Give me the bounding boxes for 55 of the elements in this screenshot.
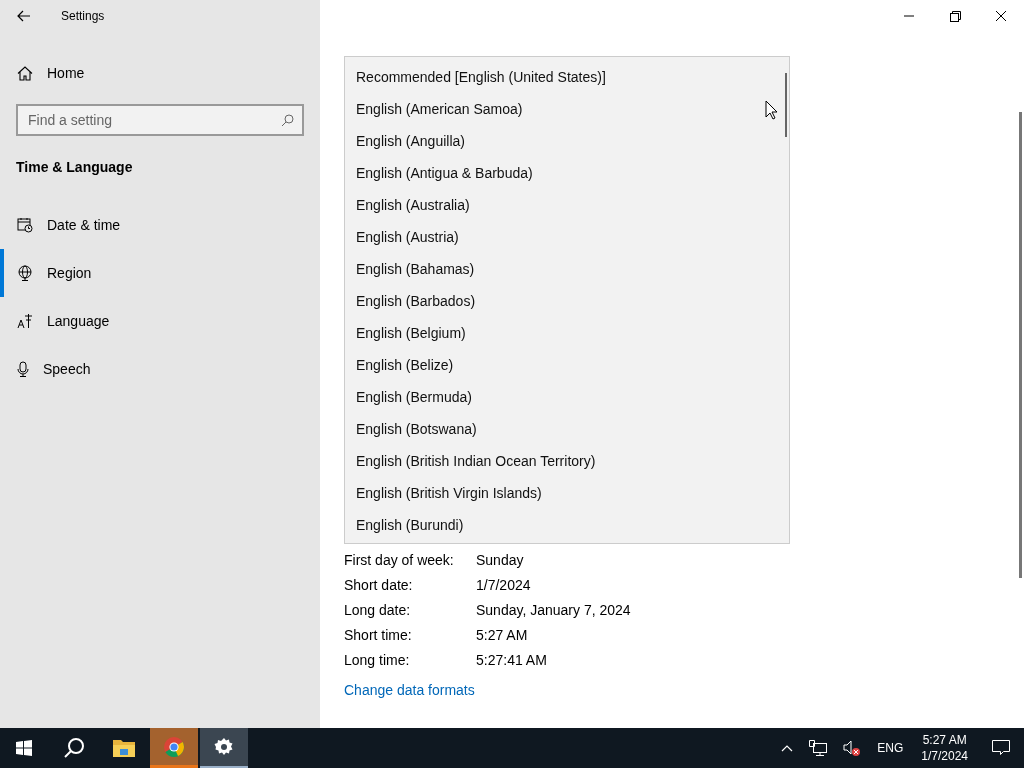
dropdown-option[interactable]: English (Anguilla) xyxy=(345,125,789,157)
dropdown-option[interactable]: English (Antigua & Barbuda) xyxy=(345,157,789,189)
dropdown-option[interactable]: English (Barbados) xyxy=(345,285,789,317)
window-title: Settings xyxy=(61,9,105,23)
dropdown-option[interactable]: English (British Virgin Islands) xyxy=(345,477,789,509)
format-value: Sunday, January 7, 2024 xyxy=(476,601,631,618)
dropdown-option[interactable]: English (Burundi) xyxy=(345,509,789,541)
calendar-clock-icon xyxy=(17,217,33,233)
nav-item[interactable]: Language xyxy=(0,297,320,345)
dropdown-option[interactable]: English (Australia) xyxy=(345,189,789,221)
format-value: 5:27 AM xyxy=(476,626,528,643)
format-value: Sunday xyxy=(476,551,524,568)
dropdown-option[interactable]: English (American Samoa) xyxy=(345,93,789,125)
dropdown-option[interactable]: English (Belize) xyxy=(345,349,789,381)
network-icon[interactable] xyxy=(809,740,828,756)
folder-icon xyxy=(113,739,135,757)
notifications-icon[interactable] xyxy=(992,740,1010,756)
input-language[interactable]: ENG xyxy=(877,741,904,755)
cursor-icon xyxy=(765,100,778,120)
scrollbar-thumb[interactable] xyxy=(785,73,787,137)
format-label: Long time: xyxy=(344,651,411,668)
globe-icon xyxy=(17,265,33,281)
scrollbar-thumb[interactable] xyxy=(1019,112,1022,578)
dropdown-option[interactable]: Recommended [English (United States)] xyxy=(345,61,789,93)
dropdown-option[interactable]: English (Belgium) xyxy=(345,317,789,349)
clock[interactable]: 5:27 AM 1/7/2024 xyxy=(921,732,968,764)
language-icon xyxy=(17,313,33,329)
dropdown-option[interactable]: English (Austria) xyxy=(345,221,789,253)
dropdown-option[interactable]: English (Bahamas) xyxy=(345,253,789,285)
format-label: Short date: xyxy=(344,576,414,593)
taskbar-button[interactable] xyxy=(200,728,248,768)
format-label: Long date: xyxy=(344,601,412,618)
nav-item[interactable]: Speech xyxy=(0,345,320,393)
format-label: Short time: xyxy=(344,626,413,643)
search-icon xyxy=(63,737,85,759)
dropdown-option[interactable]: English (Bermuda) xyxy=(345,381,789,413)
speaker-muted-icon[interactable] xyxy=(843,740,862,756)
chevron-up-icon[interactable] xyxy=(781,744,794,752)
gear-icon xyxy=(214,737,234,757)
home-link[interactable]: Home xyxy=(17,57,320,89)
search-field[interactable]: Find a setting xyxy=(16,104,304,136)
format-value: 1/7/2024 xyxy=(476,576,531,593)
home-icon xyxy=(17,65,33,81)
browser-icon xyxy=(163,735,185,758)
format-value: 5:27:41 AM xyxy=(476,651,547,668)
change-formats-link[interactable]: Change data formats xyxy=(344,682,475,698)
dropdown-option[interactable]: English (British Indian Ocean Territory) xyxy=(345,445,789,477)
section-title: Time & Language xyxy=(16,159,134,175)
windows-logo-icon xyxy=(16,740,32,756)
nav-item[interactable]: Date & time xyxy=(0,201,320,249)
back-icon[interactable] xyxy=(17,10,31,22)
microphone-icon xyxy=(17,361,29,377)
format-label: First day of week: xyxy=(344,551,455,568)
search-icon xyxy=(281,114,294,127)
dropdown-option[interactable]: English (Botswana) xyxy=(345,413,789,445)
